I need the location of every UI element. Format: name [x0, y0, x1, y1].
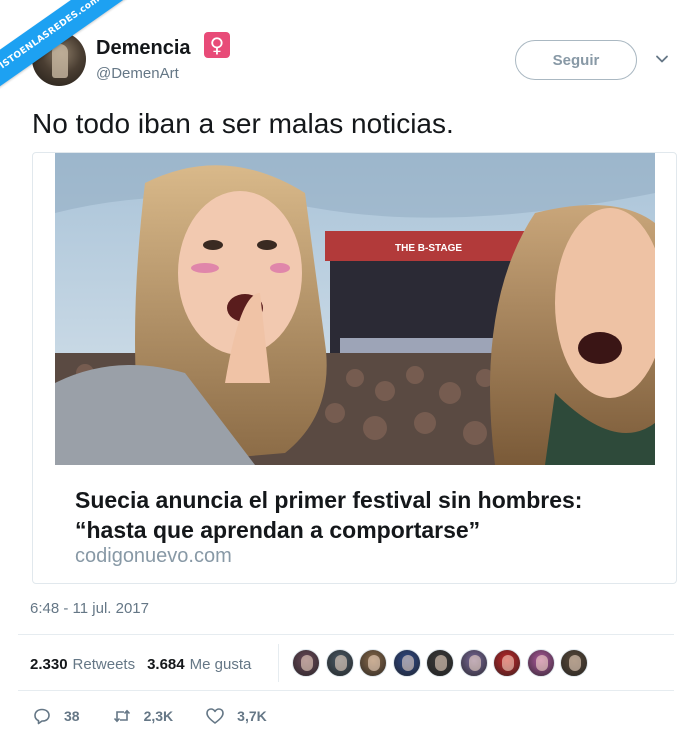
liker-avatar-2[interactable]: [325, 649, 354, 677]
tweet-timestamp[interactable]: 6:48 - 11 jul. 2017: [30, 600, 149, 617]
liker-avatar-4[interactable]: [392, 649, 421, 677]
retweet-button[interactable]: 2,3K: [112, 706, 174, 726]
engagement-stats: 2.330 Retweets 3.684 Me gusta: [30, 652, 263, 676]
like-action-count: 3,7K: [237, 708, 267, 724]
reply-icon: [34, 708, 50, 725]
card-image[interactable]: THE B-STAGE: [55, 153, 655, 465]
venus-icon: ♀: [204, 32, 230, 58]
heart-icon: [206, 708, 224, 724]
divider-bottom: [18, 690, 674, 691]
reply-button[interactable]: 38: [32, 706, 80, 726]
retweet-icon: [113, 709, 130, 723]
retweets-count[interactable]: 2.330: [30, 656, 68, 673]
retweet-action-count: 2,3K: [143, 708, 174, 724]
card-title[interactable]: Suecia anuncia el primer festival sin ho…: [75, 485, 645, 545]
liker-avatar-9[interactable]: [560, 649, 588, 677]
liker-avatar-7[interactable]: [493, 649, 521, 677]
divider-top: [18, 634, 674, 635]
display-name[interactable]: Demencia: [96, 37, 191, 60]
user-handle[interactable]: @DemenArt: [96, 65, 179, 82]
liker-avatar-1[interactable]: [292, 649, 320, 677]
likes-label[interactable]: Me gusta: [190, 656, 252, 673]
stats-separator: [278, 644, 279, 682]
like-button[interactable]: 3,7K: [205, 706, 267, 726]
reply-count: 38: [64, 708, 80, 724]
tweet-text: No todo iban a ser malas noticias.: [32, 108, 454, 139]
liker-avatar-6[interactable]: [459, 649, 488, 677]
liker-avatar-5[interactable]: [426, 649, 454, 677]
likes-count[interactable]: 3.684: [147, 656, 185, 673]
link-card[interactable]: THE B-STAGE Suecia anuncia el primer fes…: [32, 152, 677, 584]
likers-avatars: [292, 649, 594, 677]
liker-avatar-8[interactable]: [526, 649, 555, 677]
liker-avatar-3[interactable]: [359, 649, 387, 677]
chevron-down-icon[interactable]: [655, 52, 669, 66]
retweets-label[interactable]: Retweets: [73, 656, 136, 673]
follow-button[interactable]: Seguir: [515, 40, 637, 80]
card-domain: codigonuevo.com: [75, 545, 232, 567]
tweet-actions: 38 2,3K 3,7K: [32, 705, 299, 727]
tweet-header: Demencia ♀ @DemenArt Seguir: [32, 32, 672, 92]
stage-banner: THE B-STAGE: [395, 243, 462, 254]
